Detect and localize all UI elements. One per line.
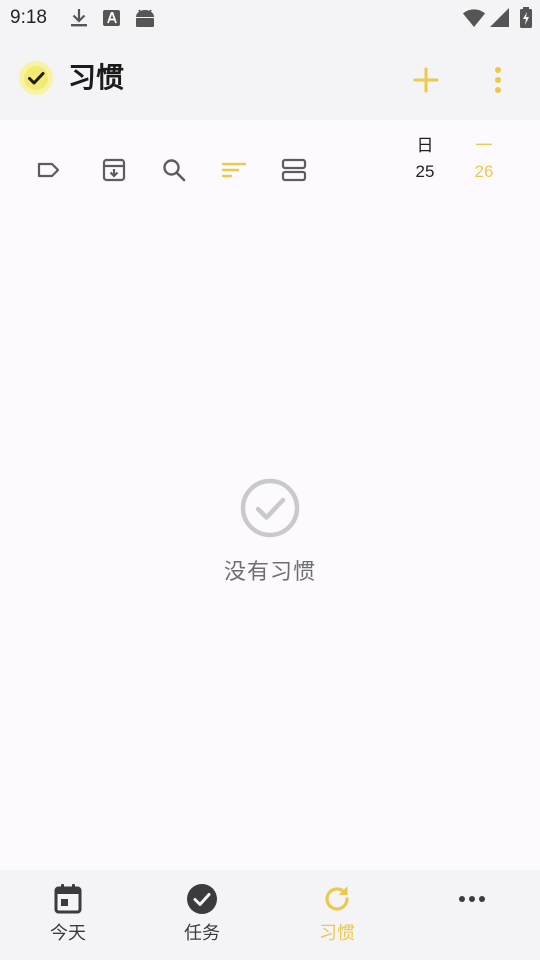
android-icon	[136, 9, 154, 27]
more-horiz-icon	[459, 896, 485, 902]
filter-label-button[interactable]	[26, 148, 70, 192]
day-name: 一	[475, 136, 493, 156]
day-date: 25	[415, 162, 435, 181]
habit-list-area: 日 25 一 26 没有习惯	[0, 120, 540, 870]
refresh-icon	[325, 886, 349, 911]
day-date: 26	[474, 162, 494, 181]
more-vert-icon	[495, 67, 501, 93]
check-circle-outline-icon	[240, 478, 300, 538]
battery-charging-icon	[520, 7, 532, 28]
day-column-sunday[interactable]: 日 25	[400, 134, 450, 186]
page-title: 习惯	[68, 61, 125, 94]
search-button[interactable]	[152, 148, 196, 192]
day-name: 日	[416, 136, 434, 156]
search-icon	[163, 159, 186, 182]
nav-item-more[interactable]	[422, 882, 522, 922]
check-circle-icon	[187, 884, 217, 914]
archive-button[interactable]	[92, 148, 136, 192]
app-bar: 习惯	[0, 38, 540, 120]
empty-state-text: 没有习惯	[223, 560, 316, 585]
download-icon	[71, 9, 87, 27]
archive-icon	[102, 158, 126, 182]
nav-label: 任务	[184, 923, 220, 944]
empty-state: 没有习惯	[0, 476, 540, 586]
day-column-monday[interactable]: 一 26	[459, 134, 509, 186]
label-icon	[37, 162, 60, 178]
bottom-navigation: 今天 任务 习惯	[0, 870, 540, 960]
check-circle-icon	[19, 61, 53, 95]
font-notification-icon	[103, 10, 120, 26]
nav-item-today[interactable]: 今天	[18, 882, 118, 946]
add-habit-button[interactable]	[406, 60, 446, 100]
nav-label: 习惯	[319, 923, 355, 944]
more-options-button[interactable]	[478, 60, 518, 100]
nav-label: 今天	[50, 923, 86, 944]
plus-icon	[413, 67, 439, 93]
status-bar: 9:18	[0, 0, 540, 38]
wifi-icon	[463, 9, 485, 27]
cell-signal-icon	[490, 8, 509, 27]
sort-button[interactable]	[212, 148, 256, 192]
view-agenda-icon	[281, 158, 307, 182]
status-time: 9:18	[10, 7, 47, 28]
sort-icon	[221, 162, 247, 178]
nav-item-habits[interactable]: 习惯	[287, 882, 387, 946]
calendar-icon	[54, 884, 82, 914]
nav-item-tasks[interactable]: 任务	[152, 882, 252, 946]
view-mode-button[interactable]	[272, 148, 316, 192]
